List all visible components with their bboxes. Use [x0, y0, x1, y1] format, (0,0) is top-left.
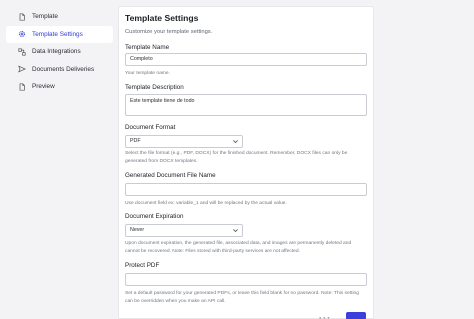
- sidebar-item-label: Template: [32, 13, 58, 20]
- preview-document-icon: [18, 82, 26, 91]
- document-expiration-select[interactable]: Never: [125, 224, 243, 237]
- form-action-bar: ● ● ●: [118, 311, 374, 319]
- protect-pdf-input[interactable]: [125, 273, 367, 286]
- template-name-input[interactable]: Completo: [125, 53, 367, 66]
- template-description-label: Template Description: [125, 84, 184, 91]
- sidebar-item-template-settings[interactable]: Template Settings: [6, 25, 113, 43]
- sidebar-item-preview[interactable]: Preview: [6, 78, 113, 95]
- document-format-help: Select the file format (e.g., PDF, DOCX)…: [125, 151, 348, 164]
- generated-file-name-help: Use document field ex: variable_1 and wi…: [125, 201, 287, 206]
- generated-file-name-label: Generated Document File Name: [125, 172, 216, 179]
- sidebar-item-data-integrations[interactable]: Data Integrations: [6, 43, 113, 60]
- gear-icon: [18, 30, 26, 38]
- chevron-down-icon: [233, 229, 238, 233]
- data-integrations-icon: [18, 47, 26, 56]
- sidebar-item-label: Preview: [32, 83, 55, 90]
- save-button[interactable]: [346, 312, 366, 319]
- document-expiration-label: Document Expiration: [125, 213, 184, 220]
- document-format-label: Document Format: [125, 124, 176, 131]
- sidebar-item-label: Template Settings: [32, 30, 83, 38]
- protect-pdf-help: Set a default password for your generate…: [125, 291, 359, 304]
- document-format-value: PDF: [130, 138, 141, 144]
- protect-pdf-label: Protect PDF: [125, 262, 160, 269]
- chevron-down-icon: [233, 140, 238, 144]
- sidebar-item-documents-deliveries[interactable]: Documents Deliveries: [6, 61, 113, 78]
- sidebar-item-label: Data Integrations: [32, 48, 81, 55]
- sidebar-item-template[interactable]: Template: [6, 8, 113, 25]
- page-title: Template Settings: [125, 13, 199, 23]
- document-expiration-value: Never: [130, 227, 145, 233]
- document-icon: [18, 12, 26, 21]
- template-name-help: Your template name.: [125, 71, 170, 76]
- status-indicator-icon: ● ● ●: [319, 315, 330, 319]
- template-description-textarea[interactable]: Este template tiene de todo: [125, 94, 367, 116]
- sidebar-item-label: Documents Deliveries: [32, 65, 95, 73]
- app-page: Template Template Settings Data Integrat…: [0, 0, 474, 319]
- generated-file-name-input[interactable]: [125, 183, 367, 196]
- send-icon: [18, 65, 26, 73]
- page-subtitle: Customize your template settings.: [125, 29, 213, 35]
- document-expiration-help: Upon document expiration, the generated …: [125, 241, 352, 254]
- template-name-label: Template Name: [125, 44, 170, 51]
- template-settings-panel: Template Settings Customize your templat…: [118, 6, 374, 319]
- document-format-select[interactable]: PDF: [125, 135, 243, 148]
- sidebar: Template Template Settings Data Integrat…: [6, 8, 113, 319]
